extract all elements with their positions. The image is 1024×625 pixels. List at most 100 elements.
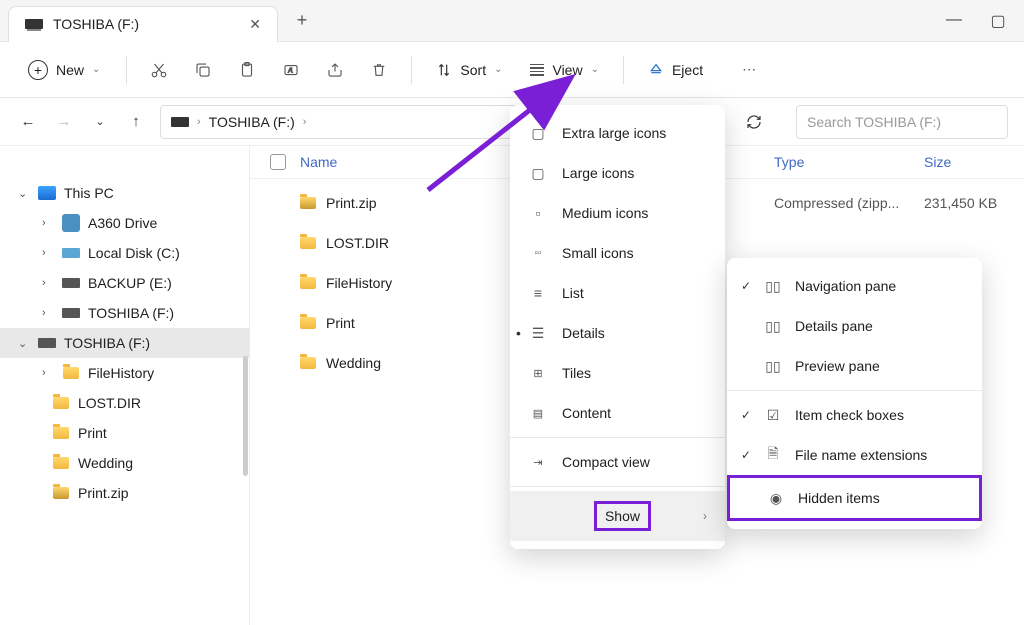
select-all-checkbox[interactable] <box>270 154 300 170</box>
view-item-content[interactable]: ▤Content <box>510 393 725 433</box>
copy-button[interactable] <box>185 52 221 88</box>
folder-icon <box>300 317 316 329</box>
view-button[interactable]: View ⌄ <box>520 56 608 84</box>
column-type[interactable]: Type <box>774 154 924 170</box>
drive-icon <box>62 308 80 318</box>
folder-icon <box>300 357 316 369</box>
sidebar-item-printzip[interactable]: Print.zip <box>0 478 249 508</box>
close-tab-icon[interactable]: ✕ <box>249 16 261 33</box>
folder-icon <box>53 397 69 409</box>
sidebar-item-label: FileHistory <box>88 365 154 381</box>
paste-button[interactable] <box>229 52 265 88</box>
sidebar-item-backup-e[interactable]: › BACKUP (E:) <box>0 268 249 298</box>
rename-button[interactable]: A <box>273 52 309 88</box>
chevron-right-icon: › <box>42 367 54 379</box>
scrollbar[interactable] <box>243 356 248 476</box>
show-item-details-pane[interactable]: ▯▯Details pane <box>727 306 982 346</box>
chevron-right-icon: › <box>703 509 707 523</box>
eject-button[interactable]: Eject <box>638 56 713 84</box>
view-item-tiles[interactable]: ⊞Tiles <box>510 353 725 393</box>
sidebar-item-label: LOST.DIR <box>78 395 141 411</box>
divider <box>126 56 127 84</box>
folder-icon <box>300 277 316 289</box>
show-item-preview-pane[interactable]: ▯▯Preview pane <box>727 346 982 386</box>
cloud-drive-icon <box>62 214 80 232</box>
toolbar: + New ⌄ A Sort ⌄ View ⌄ Eject ⋯ <box>0 42 1024 98</box>
sidebar-item-filehistory[interactable]: › FileHistory <box>0 358 249 388</box>
view-item-compact[interactable]: ⇥Compact view <box>510 442 725 482</box>
forward-button[interactable]: → <box>52 110 76 134</box>
view-item-show[interactable]: Show › <box>510 491 725 541</box>
chevron-right-icon: › <box>42 217 54 229</box>
sidebar-item-label: BACKUP (E:) <box>88 275 172 291</box>
view-item-details[interactable]: ☰Details <box>510 313 725 353</box>
zip-icon <box>300 197 316 209</box>
window-controls: — ▢ <box>944 11 1024 31</box>
new-tab-button[interactable]: + <box>286 5 318 37</box>
file-type: Compressed (zipp... <box>774 195 924 211</box>
chevron-down-icon: ⌄ <box>18 187 30 200</box>
sidebar-item-this-pc[interactable]: ⌄ This PC <box>0 178 249 208</box>
view-item-large[interactable]: ▢Large icons <box>510 153 725 193</box>
sidebar-item-label: Print.zip <box>78 485 129 501</box>
list-icon: ≡ <box>528 283 548 303</box>
sidebar-item-label: This PC <box>64 185 114 201</box>
sidebar-item-a360[interactable]: › A360 Drive <box>0 208 249 238</box>
sidebar-item-label: Wedding <box>78 455 133 471</box>
cut-button[interactable] <box>141 52 177 88</box>
plus-icon: + <box>28 60 48 80</box>
sidebar-item-print[interactable]: Print <box>0 418 249 448</box>
maximize-button[interactable]: ▢ <box>988 11 1008 31</box>
show-item-hidden[interactable]: ◉Hidden items <box>727 475 982 521</box>
divider <box>510 486 725 487</box>
sidebar-item-local-c[interactable]: › Local Disk (C:) <box>0 238 249 268</box>
view-item-medium[interactable]: ▫Medium icons <box>510 193 725 233</box>
divider <box>510 437 725 438</box>
back-button[interactable]: ← <box>16 110 40 134</box>
annotation-highlight-hidden: Hidden items <box>798 490 880 506</box>
chevron-down-icon: ⌄ <box>18 337 30 350</box>
sort-button[interactable]: Sort ⌄ <box>426 56 512 84</box>
show-item-extensions[interactable]: 🗎File name extensions <box>727 435 982 475</box>
icon-extra-large-icon: ▢ <box>528 123 548 143</box>
sidebar-item-wedding[interactable]: Wedding <box>0 448 249 478</box>
refresh-button[interactable] <box>736 105 772 139</box>
view-item-small[interactable]: ▫▫Small icons <box>510 233 725 273</box>
view-icon <box>530 64 544 76</box>
tab-title: TOSHIBA (F:) <box>53 16 139 32</box>
sort-label: Sort <box>460 62 486 78</box>
show-item-checkboxes[interactable]: ☑Item check boxes <box>727 395 982 435</box>
icon-medium-icon: ▫ <box>528 203 548 223</box>
view-label: View <box>552 62 582 78</box>
icon-large-icon: ▢ <box>528 163 548 183</box>
tiles-icon: ⊞ <box>528 363 548 383</box>
folder-icon <box>53 457 69 469</box>
new-button[interactable]: + New ⌄ <box>16 54 112 86</box>
more-button[interactable]: ⋯ <box>731 52 767 88</box>
eject-label: Eject <box>672 62 703 78</box>
recent-button[interactable]: ⌄ <box>88 110 112 134</box>
file-icon: 🗎 <box>763 445 783 465</box>
tab[interactable]: TOSHIBA (F:) ✕ <box>8 6 278 42</box>
sidebar-item-lostdir[interactable]: LOST.DIR <box>0 388 249 418</box>
breadcrumb-text: TOSHIBA (F:) <box>209 114 295 130</box>
minimize-button[interactable]: — <box>944 11 964 31</box>
share-button[interactable] <box>317 52 353 88</box>
eject-icon <box>648 62 664 78</box>
folder-icon <box>63 367 79 379</box>
sidebar-item-toshiba-f-current[interactable]: ⌄ TOSHIBA (F:) <box>0 328 249 358</box>
view-item-extra-large[interactable]: ▢Extra large icons <box>510 113 725 153</box>
up-button[interactable]: ↑ <box>124 110 148 134</box>
nav-pane-icon: ▯▯ <box>763 276 783 296</box>
icon-small-icon: ▫▫ <box>528 243 548 263</box>
annotation-highlight-show: Show <box>594 501 651 531</box>
view-item-list[interactable]: ≡List <box>510 273 725 313</box>
show-item-nav-pane[interactable]: ▯▯Navigation pane <box>727 266 982 306</box>
search-input[interactable]: Search TOSHIBA (F:) <box>796 105 1008 139</box>
delete-button[interactable] <box>361 52 397 88</box>
details-pane-icon: ▯▯ <box>763 316 783 336</box>
column-name[interactable]: Name <box>300 154 520 170</box>
column-size[interactable]: Size <box>924 154 1024 170</box>
sidebar-item-label: Local Disk (C:) <box>88 245 180 261</box>
sidebar-item-toshiba-f[interactable]: › TOSHIBA (F:) <box>0 298 249 328</box>
